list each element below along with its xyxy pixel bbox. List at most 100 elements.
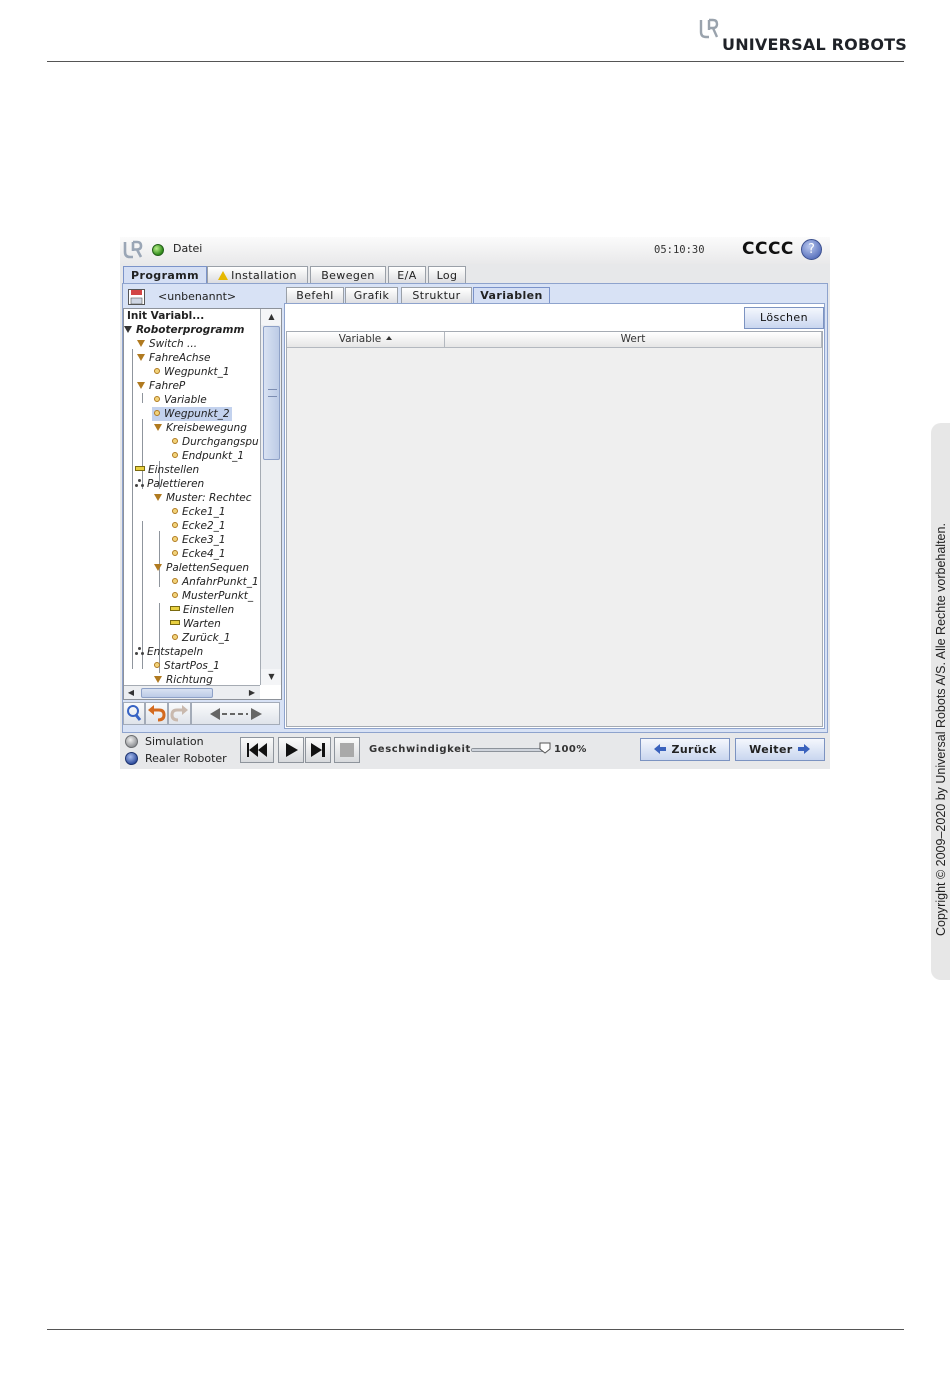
tab-grafik[interactable]: Grafik [345,287,398,304]
horizontal-arrows-icon [210,708,262,720]
tree-toolbar [123,702,282,726]
direction-icon [154,676,162,683]
tree-item-return[interactable]: Zurück_1 [172,631,231,645]
wait-icon [170,620,180,625]
waypoint-icon [172,452,178,458]
tab-ea[interactable]: E/A [388,266,426,283]
search-button[interactable] [123,702,145,725]
tree-item-waypoint[interactable]: Wegpunkt_1 [154,365,230,379]
header-rule [47,61,904,62]
tree-item-corner[interactable]: Ecke2_1 [172,519,226,533]
stop-button[interactable] [334,737,360,763]
robot-name: CCCC [742,239,794,259]
tree-item-set[interactable]: Einstellen [170,603,234,617]
tree-item-waypoint[interactable]: Durchgangspu [172,435,259,449]
tree-item-depalletizing[interactable]: Entstapeln [135,645,203,659]
undo-button[interactable] [145,702,168,725]
sequence-icon [154,564,162,571]
undo-icon [148,705,166,722]
expand-collapse-button[interactable] [191,702,280,725]
tree-item-waypoint-selected[interactable]: Wegpunkt_2 [152,407,232,421]
tree-item-pattern[interactable]: Muster: Rechtec [154,491,252,505]
pattern-icon [154,494,162,501]
tab-log[interactable]: Log [428,266,466,283]
tab-installation[interactable]: Installation [207,266,308,283]
tree-item-pallet-sequence[interactable]: PalettenSequen [154,561,249,575]
tab-bewegen[interactable]: Bewegen [310,266,386,283]
play-button[interactable] [278,737,304,763]
tree-item-robot-program[interactable]: Roboterprogramm [124,323,244,337]
simulation-label: Simulation [145,735,204,748]
tab-variablen[interactable]: Variablen [473,287,550,304]
redo-icon [170,705,188,722]
help-button[interactable]: ? [801,239,822,260]
title-bar: Datei 05:10:30 CCCC ? [120,237,830,264]
tab-programm[interactable]: Programm [123,266,207,284]
tree-item-corner[interactable]: Ecke3_1 [172,533,226,547]
tree-item-approach-point[interactable]: AnfahrPunkt_1 [172,575,259,589]
speed-slider[interactable] [471,748,547,752]
file-menu[interactable]: Datei [173,242,202,255]
scroll-up-icon[interactable]: ▲ [261,309,281,325]
set-icon [135,466,145,471]
program-tree: Init Variabl... Roboterprogramm Switch .… [123,308,282,700]
tree-item-move-process[interactable]: FahreP [137,379,185,393]
help-icon: ? [808,242,815,257]
tree-item-wait[interactable]: Warten [170,617,221,631]
clock: 05:10:30 [654,244,705,256]
variables-panel: Löschen Variable Wert [284,303,825,729]
tree-horizontal-scrollbar[interactable]: ◀ ▶ [124,685,260,699]
play-icon [286,743,298,757]
warning-icon [218,271,229,280]
tree-item-waypoint[interactable]: Variable [154,393,207,407]
back-button[interactable]: Zurück [640,738,730,761]
tab-befehl[interactable]: Befehl [286,287,344,304]
redo-button[interactable] [168,702,191,725]
search-icon [127,705,142,721]
tree-item-init-variables[interactable]: Init Variabl... [127,309,204,323]
speed-slider-fill [472,749,546,751]
tree-item-set[interactable]: Einstellen [135,463,199,477]
tree-item-palletizing[interactable]: Palettieren [135,477,204,491]
tree-item-waypoint[interactable]: Endpunkt_1 [172,449,244,463]
stop-icon [340,743,354,757]
scroll-down-icon[interactable]: ▼ [261,669,281,685]
waypoint-icon [154,396,160,402]
tree-item-corner[interactable]: Ecke4_1 [172,547,226,561]
clear-button[interactable]: Löschen [744,307,824,329]
step-forward-button[interactable] [305,737,331,763]
set-icon [170,606,180,611]
tree-item-corner[interactable]: Ecke1_1 [172,505,226,519]
simulation-radio[interactable] [125,735,138,748]
step-back-button[interactable] [240,737,274,763]
program-name: <unbenannt> [158,290,237,303]
tree-vertical-scrollbar[interactable]: ▲ ▼ [260,309,281,685]
move-icon [154,424,162,431]
pallet-icon [135,479,144,487]
grip-icon [268,389,277,397]
scroll-thumb[interactable] [141,688,213,698]
tree-item-move-joint[interactable]: FahreAchse [137,351,210,365]
tree-item-circle-move[interactable]: Kreisbewegung [154,421,247,435]
tree-item-switch[interactable]: Switch ... [137,337,197,351]
robot-status-icon [152,244,164,256]
waypoint-icon [172,550,178,556]
tree-item-start-pos[interactable]: StartPos_1 [154,659,220,673]
tree-item-pattern-point[interactable]: MusterPunkt_ [172,589,253,603]
tab-struktur[interactable]: Struktur [401,287,472,304]
real-robot-radio[interactable] [125,752,138,765]
footer-rule [47,1329,904,1330]
column-header-value[interactable]: Wert [445,332,822,348]
slider-knob-icon[interactable] [539,742,551,754]
scroll-right-icon[interactable]: ▶ [245,686,259,699]
column-header-variable[interactable]: Variable [287,332,445,348]
ur-logo-icon[interactable] [122,240,144,260]
real-robot-label: Realer Roboter [145,752,227,765]
skip-back-icon [247,743,267,757]
next-button[interactable]: Weiter [735,738,825,761]
arrow-right-icon [797,744,810,754]
waypoint-icon [172,508,178,514]
scroll-thumb[interactable] [263,326,280,460]
save-icon[interactable] [128,289,145,305]
scroll-left-icon[interactable]: ◀ [124,686,138,699]
